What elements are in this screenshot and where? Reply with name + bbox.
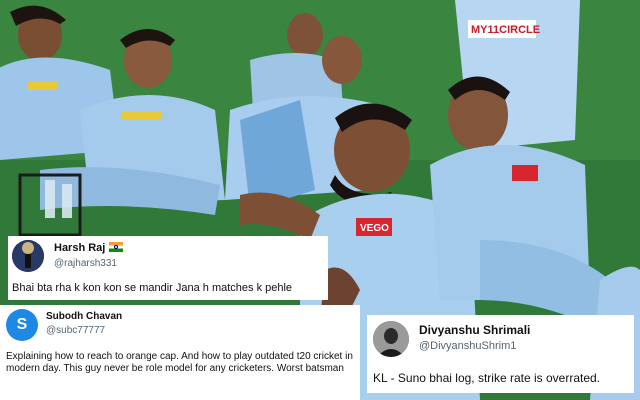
profile-photo-icon [12, 240, 44, 272]
tweet-card-divyanshu-shrimali[interactable]: Divyanshu Shrimali @DivyanshuShrim1 KL -… [367, 315, 634, 393]
india-flag-icon [109, 242, 124, 252]
profile-photo-icon [373, 321, 409, 357]
tweet-author-name: Harsh Raj [54, 242, 124, 254]
author-name: Harsh Raj [54, 242, 106, 254]
tweet-text: Bhai bta rha k kon kon se mandir Jana h … [12, 282, 293, 294]
jersey-text-1: MY11CIRCLE [471, 24, 540, 36]
tweet-body-harsh-raj: Bhai bta rha k kon kon se mandir Jana h … [8, 276, 328, 300]
author-handle[interactable]: @DivyanshuShrim1 [419, 340, 516, 352]
author-handle[interactable]: @subc77777 [46, 325, 105, 336]
author-handle[interactable]: @rajharsh331 [54, 258, 117, 269]
avatar-letter: S [16, 316, 28, 333]
tweet-card-harsh-raj[interactable]: Harsh Raj @rajharsh331 [8, 236, 328, 276]
avatar[interactable] [12, 240, 44, 272]
jersey-text-2: VEGO [360, 223, 389, 234]
author-name: Divyanshu Shrimali [419, 323, 531, 337]
tweet-text: Explaining how to reach to orange cap. A… [6, 351, 353, 374]
author-name: Subodh Chavan [46, 311, 123, 322]
tweet-text: KL - Suno bhai log, strike rate is overr… [373, 371, 601, 385]
avatar[interactable]: S [6, 309, 38, 341]
avatar[interactable] [373, 321, 409, 357]
tweet-card-subodh-chavan[interactable]: S Subodh Chavan @subc77777 Explaining ho… [0, 305, 360, 400]
